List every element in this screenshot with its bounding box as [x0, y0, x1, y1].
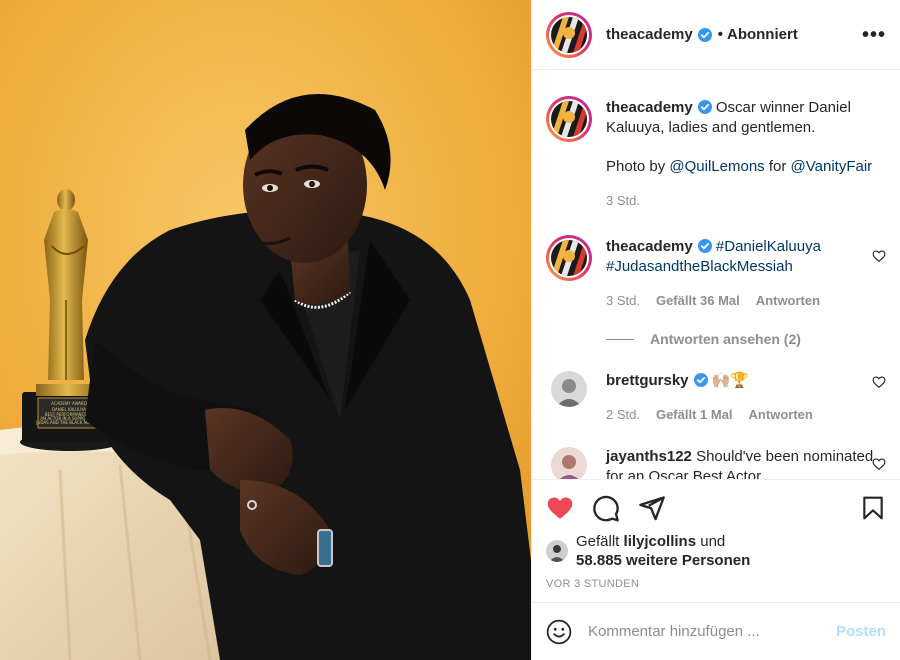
plaque-line: ACADEMY AWARD: [51, 401, 87, 406]
caption: theacademy Oscar winner Daniel Kaluuya, …: [546, 96, 886, 211]
user-photo-icon: [551, 447, 587, 479]
caption-photo-by: Photo by: [606, 158, 666, 175]
share-send-icon[interactable]: [638, 494, 666, 522]
avatar[interactable]: [551, 447, 587, 479]
comment-time: 2 Std.: [606, 407, 640, 422]
hashtag-link[interactable]: #DanielKaluuya: [716, 238, 821, 255]
caption-time: 3 Std.: [606, 193, 640, 208]
avatar[interactable]: [546, 96, 592, 142]
comment-text: 🙌🏼🏆: [711, 372, 750, 389]
comment-username[interactable]: theacademy: [606, 238, 693, 255]
ellipsis-icon[interactable]: •••: [862, 25, 886, 45]
photographer-mention-link[interactable]: @QuilLemons: [669, 158, 764, 175]
reply-button[interactable]: Antworten: [756, 291, 820, 311]
avatar[interactable]: [546, 235, 592, 281]
comment-time: 3 Std.: [606, 293, 640, 308]
like-comment-heart-icon[interactable]: [872, 249, 886, 263]
verified-badge-icon: [697, 100, 712, 114]
comment-composer: Posten: [532, 602, 900, 660]
comment-input[interactable]: [588, 623, 836, 640]
avatar[interactable]: [551, 371, 587, 407]
post-comment-button[interactable]: Posten: [836, 623, 886, 640]
like-comment-heart-icon[interactable]: [872, 375, 886, 389]
academy-logo-icon: [551, 101, 587, 137]
reply-button[interactable]: Antworten: [749, 405, 813, 425]
like-heart-icon[interactable]: [546, 494, 574, 522]
comment-bubble-icon[interactable]: [592, 494, 620, 522]
view-replies-button[interactable]: Antworten ansehen (2): [606, 331, 886, 347]
comment-username[interactable]: brettgursky: [606, 372, 689, 389]
comment-likes-link[interactable]: Gefällt 36 Mal: [656, 291, 740, 311]
post-side-panel: theacademy • Abonniert ••• theacademy Os…: [531, 0, 900, 660]
instagram-post-view: ACADEMY AWARD DANIEL KALUUYA BEST PERFOR…: [0, 0, 900, 660]
replies-divider: [606, 338, 634, 340]
post-header: theacademy • Abonniert •••: [532, 0, 900, 70]
avatar[interactable]: [546, 11, 592, 58]
outlet-mention-link[interactable]: @VanityFair: [791, 158, 873, 175]
avatar[interactable]: [546, 540, 568, 562]
separator-dot: •: [717, 26, 723, 43]
hashtag-link[interactable]: #JudasandtheBlackMessiah: [606, 258, 793, 275]
verified-badge-icon: [693, 373, 708, 387]
like-comment-heart-icon[interactable]: [872, 457, 886, 471]
user-photo-icon: [546, 540, 568, 562]
academy-logo-icon: [551, 16, 587, 53]
post-image: ACADEMY AWARD DANIEL KALUUYA BEST PERFOR…: [0, 0, 531, 660]
verified-badge-icon: [697, 239, 712, 253]
comment: jayanths122 Should've been nominated for…: [546, 447, 886, 479]
comment: theacademy #DanielKaluuya #JudasandtheBl…: [546, 235, 886, 311]
liked-by-prefix: Gefällt: [576, 533, 620, 550]
comment: brettgursky 🙌🏼🏆 2 Std. Gefällt 1 Mal Ant…: [546, 371, 886, 425]
others-likes-link[interactable]: 58.885 weitere Personen: [576, 552, 750, 569]
likes-summary: Gefällt lilyjcollins und 58.885 weitere …: [546, 532, 886, 570]
user-photo-icon: [551, 371, 587, 407]
comment-username[interactable]: jayanths122: [606, 448, 692, 465]
verified-badge-icon: [697, 27, 712, 42]
liked-by-user-link[interactable]: lilyjcollins: [624, 533, 697, 550]
header-username[interactable]: theacademy: [606, 26, 693, 43]
smiley-icon[interactable]: [546, 619, 572, 645]
comments-list[interactable]: theacademy Oscar winner Daniel Kaluuya, …: [532, 70, 900, 479]
follow-state-button[interactable]: Abonniert: [727, 26, 798, 43]
post-photo[interactable]: ACADEMY AWARD DANIEL KALUUYA BEST PERFOR…: [0, 0, 531, 660]
bookmark-save-icon[interactable]: [860, 494, 886, 522]
liked-by-and: und: [700, 533, 726, 550]
caption-username[interactable]: theacademy: [606, 99, 693, 116]
post-timestamp[interactable]: VOR 3 STUNDEN: [546, 578, 886, 602]
academy-logo-icon: [551, 240, 587, 276]
caption-for: for: [768, 158, 787, 175]
comment-likes-link[interactable]: Gefällt 1 Mal: [656, 405, 733, 425]
post-actions: Gefällt lilyjcollins und 58.885 weitere …: [532, 479, 900, 602]
view-replies-label: Antworten ansehen (2): [650, 331, 801, 347]
